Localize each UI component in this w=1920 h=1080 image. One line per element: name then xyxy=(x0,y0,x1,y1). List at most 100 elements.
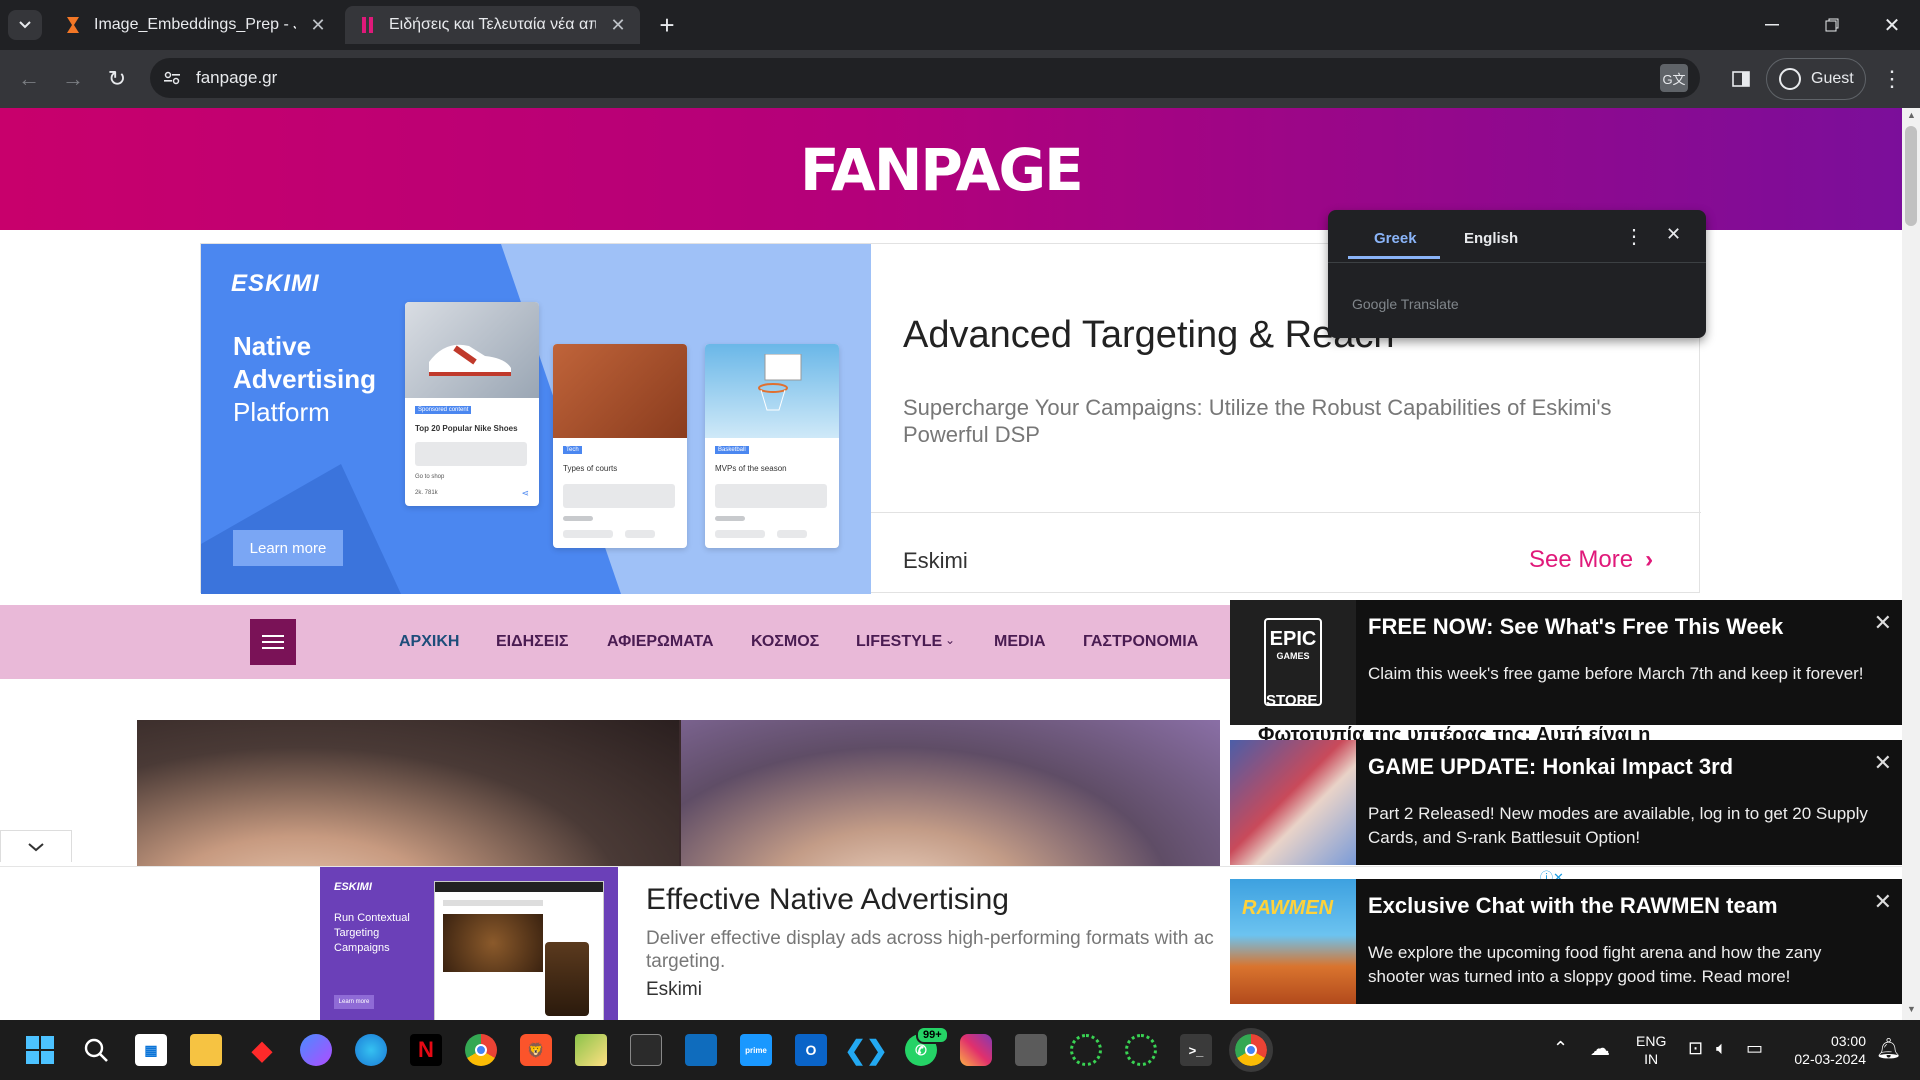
chrome-active-icon[interactable] xyxy=(1229,1028,1273,1072)
scrollbar-thumb[interactable] xyxy=(1905,126,1917,226)
close-tab-icon[interactable]: ✕ xyxy=(306,13,330,37)
new-tab-button[interactable]: + xyxy=(650,8,684,42)
forward-icon[interactable]: → xyxy=(56,62,90,96)
ad-preview-card: Basketball MVPs of the season xyxy=(705,344,839,548)
toast-description: Claim this week's free game before March… xyxy=(1368,664,1864,683)
ad-preview-card: Tech Types of courts xyxy=(553,344,687,548)
hamburger-menu-button[interactable] xyxy=(250,619,296,665)
image-viewer-icon[interactable] xyxy=(575,1034,607,1066)
clock-time: 03:00 xyxy=(1830,1033,1866,1049)
nav-item-news[interactable]: ΕΙΔΗΣΕΙΣ xyxy=(496,633,569,651)
ad-visual[interactable]: ESKIMI Run Contextual Targeting Campaign… xyxy=(320,867,618,1020)
ad-headline[interactable]: Advanced Targeting & Reach xyxy=(903,314,1395,357)
tab-title: Image_Embeddings_Prep - Jupy xyxy=(94,16,296,33)
scroll-down-arrow-icon[interactable]: ▼ xyxy=(1907,1004,1916,1014)
nav-item-home[interactable]: ΑΡΧΙΚΗ xyxy=(399,633,459,651)
ad-tagline-3: Platform xyxy=(233,397,330,427)
brave-icon[interactable]: 🦁 xyxy=(520,1034,552,1066)
chevron-down-icon: ⌄ xyxy=(945,633,956,647)
ad-body: Deliver effective display ads across hig… xyxy=(646,928,1214,972)
network-icon[interactable]: ⊡ xyxy=(1688,1038,1703,1059)
prime-video-icon[interactable]: prime xyxy=(740,1034,772,1066)
tab-fanpage[interactable]: Ειδήσεις και Τελευταία νέα από ✕ xyxy=(345,6,640,44)
netflix-icon[interactable]: N xyxy=(410,1034,442,1066)
desktop-app-icon[interactable] xyxy=(685,1034,717,1066)
restore-icon[interactable] xyxy=(1812,10,1852,40)
virtual-machine-icon[interactable] xyxy=(1015,1034,1047,1066)
rawmen-art-image: RAWMEN xyxy=(1230,879,1356,1004)
tab-jupyter[interactable]: Image_Embeddings_Prep - Jupy ✕ xyxy=(50,6,340,44)
close-icon[interactable]: ✕ xyxy=(1874,750,1892,776)
ad-advertiser: Eskimi xyxy=(646,979,702,1000)
browser-mockup xyxy=(434,881,604,1020)
windows-taskbar: ▦ ◆ N 🦁 prime O ❮❯ ✆ 99+ >_ ⌃ ☁ ENG IN ⊡… xyxy=(0,1020,1920,1080)
language-indicator[interactable]: ENG IN xyxy=(1636,1032,1666,1068)
ad-see-more-link[interactable]: See More › xyxy=(1529,546,1653,574)
file-explorer-icon[interactable] xyxy=(190,1034,222,1066)
profile-button[interactable]: Guest xyxy=(1766,58,1866,100)
card-title: MVPs of the season xyxy=(715,464,787,473)
volume-muted-icon[interactable]: 🔈︎ xyxy=(1716,1038,1727,1059)
copilot-icon[interactable] xyxy=(300,1034,332,1066)
spinner-app-icon-2[interactable] xyxy=(1125,1034,1157,1066)
chrome-icon[interactable] xyxy=(465,1034,497,1066)
nav-item-world[interactable]: ΚΟΣΜΟΣ xyxy=(751,633,819,651)
ad-learn-more-button[interactable]: Learn more xyxy=(233,530,343,566)
collapse-ad-button[interactable] xyxy=(0,830,72,862)
system-tray-chevron-icon[interactable]: ⌃ xyxy=(1553,1038,1568,1059)
notification-toast[interactable]: GAME UPDATE: Honkai Impact 3rd Part 2 Re… xyxy=(1230,740,1902,865)
menu-dots-icon[interactable]: ⋮ xyxy=(1880,64,1904,94)
close-icon[interactable]: ✕ xyxy=(1666,224,1681,245)
close-icon[interactable]: ✕ xyxy=(1874,610,1892,636)
instagram-icon[interactable] xyxy=(960,1034,992,1066)
clock-date: 02-03-2024 xyxy=(1794,1051,1866,1067)
outlook-icon[interactable]: O xyxy=(795,1034,827,1066)
spinner-app-icon[interactable] xyxy=(1070,1034,1102,1066)
red-diamond-app-icon[interactable]: ◆ xyxy=(246,1034,278,1066)
close-tab-icon[interactable]: ✕ xyxy=(606,13,630,37)
translate-icon[interactable]: G文 xyxy=(1660,64,1688,92)
ad-headline[interactable]: Effective Native Advertising xyxy=(646,883,1009,917)
notification-bell-icon[interactable]: 🔔︎ xyxy=(1876,1036,1901,1061)
placeholder-bar xyxy=(777,530,807,538)
edge-icon[interactable] xyxy=(355,1034,387,1066)
minimize-icon[interactable] xyxy=(1752,10,1792,40)
close-icon[interactable]: ✕ xyxy=(1874,889,1892,915)
terminal-window-icon[interactable] xyxy=(630,1034,662,1066)
notification-toast[interactable]: RAWMEN Exclusive Chat with the RAWMEN te… xyxy=(1230,879,1902,1004)
nav-item-gastronomy[interactable]: ΓΑΣΤΡΟΝΟΜΙΑ xyxy=(1083,633,1198,651)
notification-toast[interactable]: EPIC GAMES STORE FREE NOW: See What's Fr… xyxy=(1230,600,1902,725)
scroll-up-arrow-icon[interactable]: ▲ xyxy=(1907,110,1916,120)
search-icon[interactable] xyxy=(80,1034,112,1066)
reload-icon[interactable]: ↻ xyxy=(100,62,134,96)
translate-options-icon[interactable]: ⋮ xyxy=(1624,224,1644,249)
ad-brand-logo: ESKIMI xyxy=(334,881,372,893)
windows-start-icon[interactable] xyxy=(24,1034,56,1066)
close-window-icon[interactable]: ✕ xyxy=(1872,10,1912,40)
tab-search-icon[interactable] xyxy=(8,10,42,40)
nav-item-media[interactable]: MEDIA xyxy=(994,633,1046,651)
nav-item-features[interactable]: ΑΦΙΕΡΩΜΑΤΑ xyxy=(607,633,714,651)
vscode-icon[interactable]: ❮❯ xyxy=(844,1034,888,1066)
see-more-label: See More xyxy=(1529,546,1634,573)
nav-item-lifestyle[interactable]: LIFESTYLE xyxy=(856,633,942,651)
site-logo[interactable]: FANPAGE xyxy=(800,136,1084,204)
epic-games-logo-icon: EPIC GAMES STORE xyxy=(1230,600,1356,725)
translate-tab-english[interactable]: English xyxy=(1464,230,1518,247)
terminal-icon[interactable]: >_ xyxy=(1180,1034,1212,1066)
scrollbar-track[interactable]: ▲ ▼ xyxy=(1902,108,1920,1020)
ad-visual[interactable]: ESKIMI Native Advertising Platform Learn… xyxy=(201,244,871,594)
back-icon[interactable]: ← xyxy=(12,62,46,96)
battery-icon[interactable]: ▭ xyxy=(1746,1038,1763,1059)
toast-description: Part 2 Released! New modes are available… xyxy=(1368,804,1868,847)
side-panel-icon[interactable] xyxy=(1726,64,1756,94)
address-bar[interactable]: fanpage.gr G文 xyxy=(150,58,1700,98)
ad-learn-more-button[interactable]: Learn more xyxy=(334,995,374,1009)
site-info-icon[interactable] xyxy=(160,66,184,90)
toast-title: FREE NOW: See What's Free This Week xyxy=(1368,614,1784,639)
onedrive-icon[interactable]: ☁ xyxy=(1590,1036,1610,1061)
microsoft-store-icon[interactable]: ▦ xyxy=(135,1034,167,1066)
hourglass-icon xyxy=(64,16,82,34)
clock[interactable]: 03:00 02-03-2024 xyxy=(1786,1032,1866,1068)
translate-tab-greek[interactable]: Greek xyxy=(1374,230,1417,247)
